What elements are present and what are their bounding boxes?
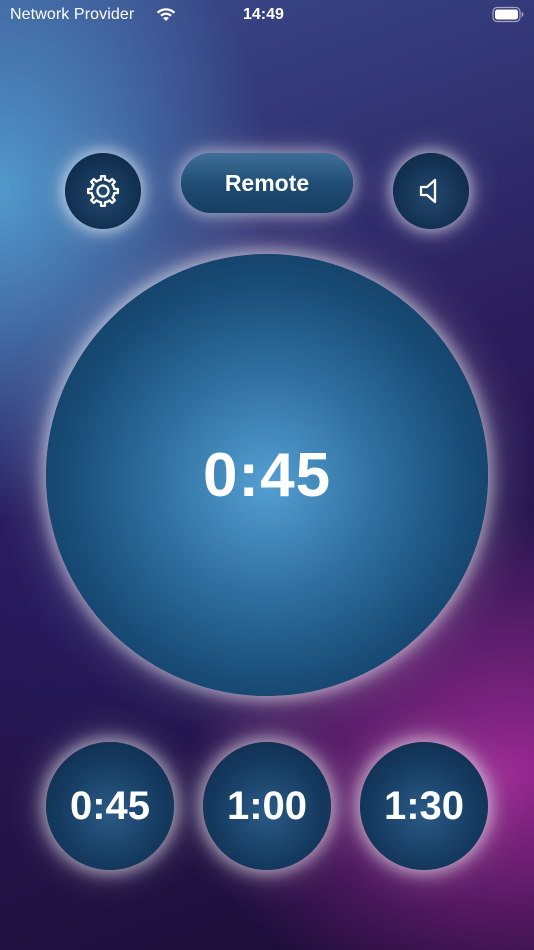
status-bar: Network Provider 14:49 <box>0 0 534 32</box>
status-time: 14:49 <box>243 6 284 23</box>
preset-button-1-00[interactable]: 1:00 <box>203 742 331 870</box>
preset-button-0-45[interactable]: 0:45 <box>46 742 174 870</box>
preset-button-1-30[interactable]: 1:30 <box>360 742 488 870</box>
timer-display: 0:45 <box>202 440 332 510</box>
gear-icon <box>86 174 120 208</box>
remote-button[interactable]: Remote <box>181 153 353 213</box>
battery-icon <box>492 6 524 23</box>
wifi-icon <box>156 8 176 21</box>
timer-circle[interactable]: 0:45 <box>46 254 488 696</box>
settings-button[interactable] <box>65 153 141 229</box>
sound-button[interactable] <box>393 153 469 229</box>
carrier-name: Network Provider <box>10 6 135 23</box>
speaker-icon <box>419 178 437 204</box>
